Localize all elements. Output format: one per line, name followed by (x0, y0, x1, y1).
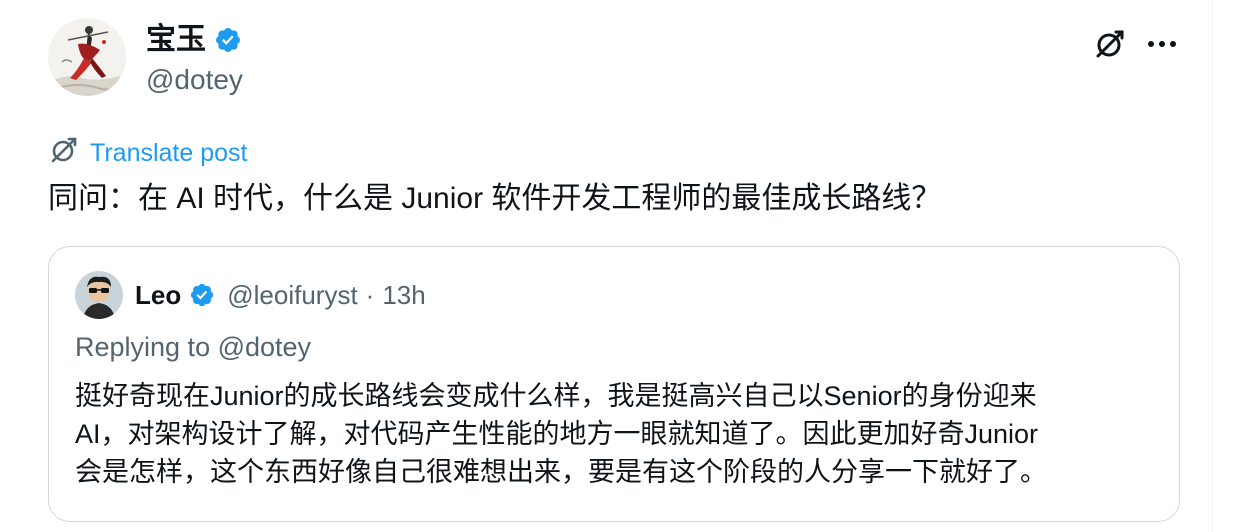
quoted-post-text-line: 挺好奇现在Junior的成长路线会变成什么样，我是挺高兴自己以Senior的身份… (75, 381, 1037, 411)
quoted-post-text-line: 会是怎样，这个东西好像自己很难想出来，要是有这个阶段的人分享一下就好了。 (75, 457, 1047, 487)
quoted-post-header: Leo @leoifuryst · 13h (75, 271, 426, 319)
author-avatar[interactable] (48, 18, 126, 96)
quoted-post-text: 挺好奇现在Junior的成长路线会变成什么样，我是挺高兴自己以Senior的身份… (75, 377, 1165, 491)
quoted-post-text-line: AI，对架构设计了解，对代码产生性能的地方一眼就知道了。因此更加好奇Junior (75, 419, 1039, 449)
replying-to: Replying to @dotey (75, 332, 312, 362)
quoted-post[interactable]: Leo @leoifuryst · 13h Replying to @dotey… (48, 246, 1180, 522)
quoted-author-display-name[interactable]: Leo (135, 280, 181, 311)
meta-separator: · (365, 279, 375, 310)
translate-post-label[interactable]: Translate post (90, 137, 247, 169)
column-border (1212, 0, 1213, 532)
author-handle[interactable]: @dotey (146, 62, 243, 98)
translate-icon (48, 134, 80, 171)
quoted-author-handle[interactable]: @leoifuryst (227, 280, 357, 311)
quoted-verified-badge-icon (189, 282, 215, 308)
more-icon[interactable] (1144, 26, 1180, 62)
grok-icon[interactable] (1092, 26, 1128, 62)
author-name-row[interactable]: 宝玉 (146, 22, 242, 58)
post-header: 宝玉 @dotey (48, 18, 1198, 102)
quoted-author-avatar[interactable] (75, 271, 123, 319)
post-text: 同问：在 AI 时代，什么是 Junior 软件开发工程师的最佳成长路线？ (48, 182, 942, 215)
author-display-name[interactable]: 宝玉 (146, 22, 206, 58)
translate-post-link[interactable]: Translate post (48, 134, 247, 171)
quoted-post-timestamp[interactable]: 13h (382, 280, 425, 311)
verified-badge-icon (214, 26, 242, 54)
